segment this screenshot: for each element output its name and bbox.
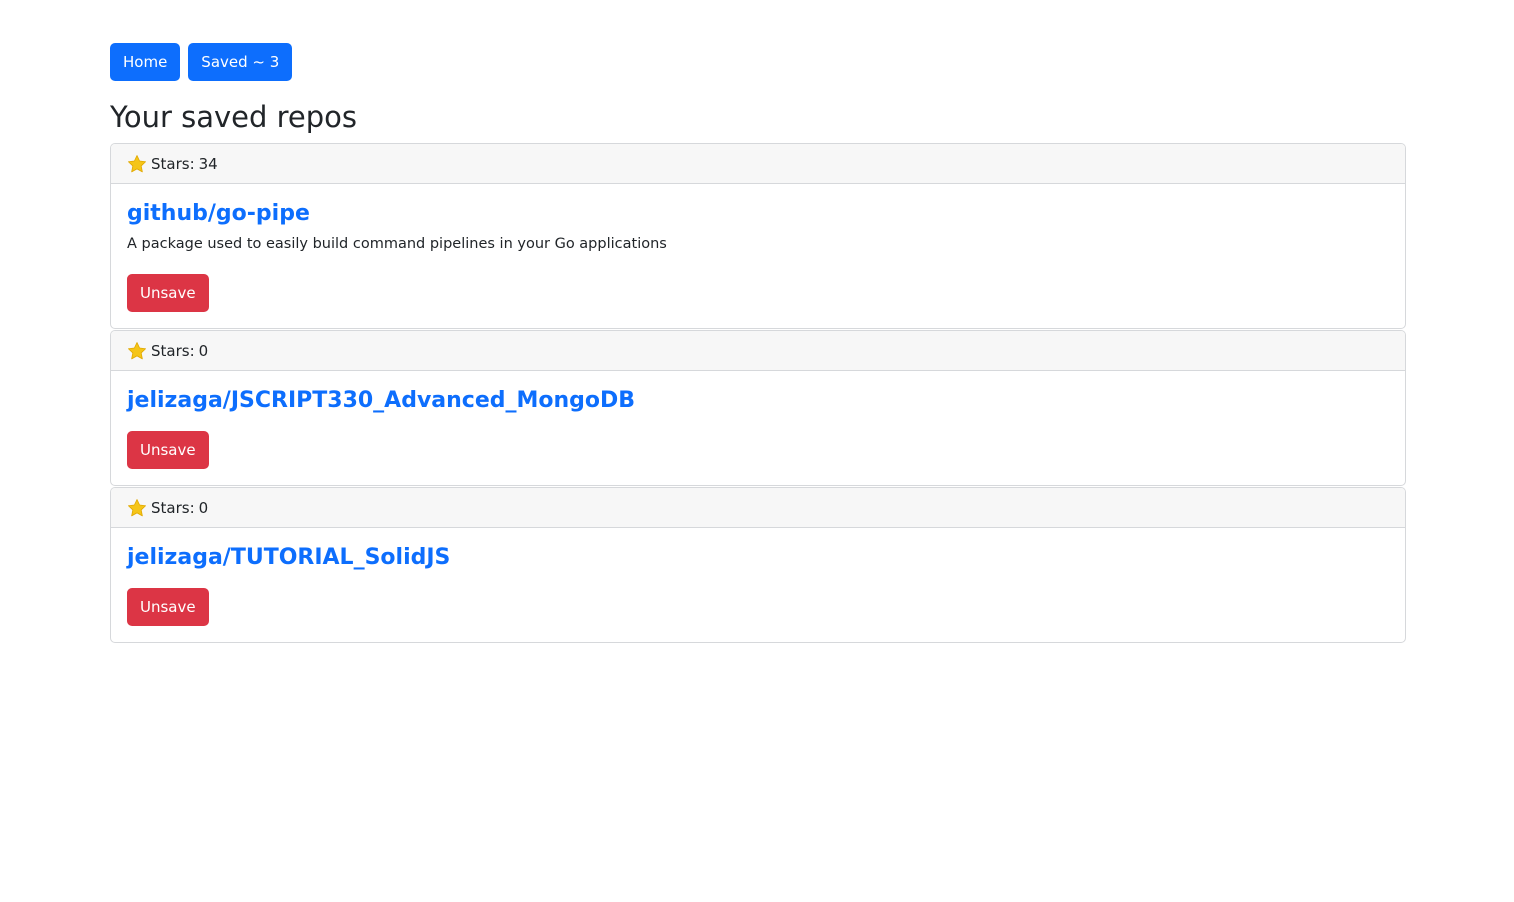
saved-button[interactable]: Saved ~ 3 xyxy=(188,43,293,81)
stars-count: 0 xyxy=(198,341,209,360)
top-nav: Home Saved ~ 3 xyxy=(110,43,1406,81)
stars-label: Stars: xyxy=(151,498,195,517)
stars-label: Stars: xyxy=(151,341,195,360)
unsave-button[interactable]: Unsave xyxy=(127,274,209,312)
stars-count: 34 xyxy=(198,154,218,173)
saved-repo-list: Stars: 34 github/go-pipe A package used … xyxy=(110,143,1406,643)
repo-name-link[interactable]: jelizaga/TUTORIAL_SolidJS xyxy=(127,544,1389,572)
unsave-button[interactable]: Unsave xyxy=(127,431,209,469)
repo-card: Stars: 34 github/go-pipe A package used … xyxy=(110,143,1406,329)
repo-card: Stars: 0 jelizaga/TUTORIAL_SolidJS Unsav… xyxy=(110,487,1406,643)
repo-name-link[interactable]: jelizaga/JSCRIPT330_Advanced_MongoDB xyxy=(127,387,1389,415)
repo-actions: Unsave xyxy=(127,588,1389,626)
stars-label: Stars: xyxy=(151,154,195,173)
repo-card-header: Stars: 0 xyxy=(111,488,1405,528)
repo-card-header: Stars: 0 xyxy=(111,331,1405,371)
repo-name-link[interactable]: github/go-pipe xyxy=(127,200,1389,228)
unsave-button[interactable]: Unsave xyxy=(127,588,209,626)
star-icon xyxy=(127,498,146,516)
star-icon xyxy=(127,341,146,359)
repo-card-body: github/go-pipe A package used to easily … xyxy=(111,184,1405,328)
repo-description: A package used to easily build command p… xyxy=(127,236,667,252)
repo-card-header: Stars: 34 xyxy=(111,144,1405,184)
repo-actions: Unsave xyxy=(127,274,1389,312)
repo-card-body: jelizaga/JSCRIPT330_Advanced_MongoDB Uns… xyxy=(111,371,1405,485)
repo-card-body: jelizaga/TUTORIAL_SolidJS Unsave xyxy=(111,528,1405,642)
home-button[interactable]: Home xyxy=(110,43,181,81)
stars-count: 0 xyxy=(198,498,209,517)
page-title: Your saved repos xyxy=(110,100,358,134)
star-icon xyxy=(127,154,146,172)
repo-card: Stars: 0 jelizaga/JSCRIPT330_Advanced_Mo… xyxy=(110,330,1406,486)
repo-actions: Unsave xyxy=(127,431,1389,469)
main-container: Home Saved ~ 3 Your saved repos Stars: 3… xyxy=(110,43,1406,643)
